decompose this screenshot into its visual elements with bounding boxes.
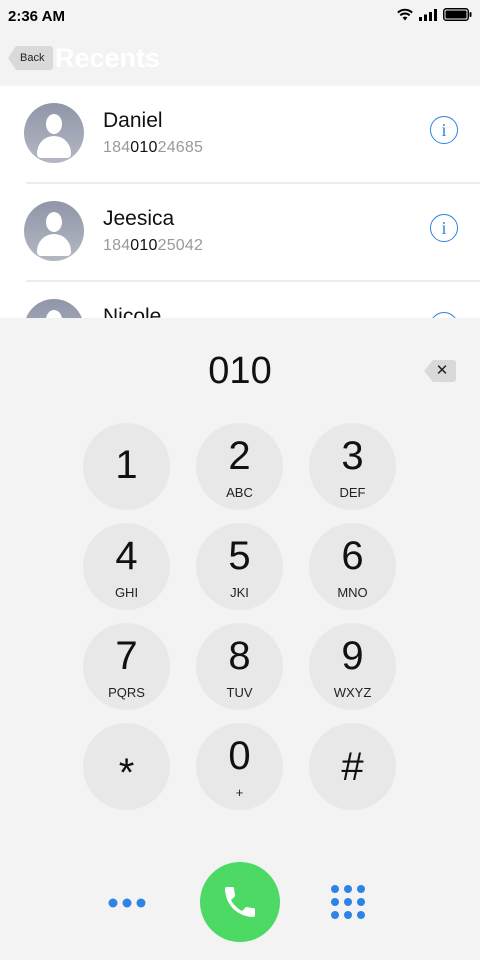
- avatar: [24, 201, 84, 261]
- list-item[interactable]: Daniel 18401024685 i: [0, 86, 480, 184]
- status-bar: 2:36 AM: [0, 0, 480, 34]
- info-icon[interactable]: i: [430, 312, 458, 318]
- key-3[interactable]: 3 DEF: [309, 423, 396, 510]
- dialed-number-display: 010: [208, 350, 272, 392]
- recents-list[interactable]: Daniel 18401024685 i Jeesica 18401025042…: [0, 86, 480, 318]
- key-1[interactable]: 1: [83, 423, 170, 510]
- back-button[interactable]: Back: [8, 46, 54, 70]
- key-6[interactable]: 6 MNO: [309, 523, 396, 610]
- navigation-header: Back Recents: [0, 34, 480, 86]
- keypad-grid-icon[interactable]: [330, 884, 366, 920]
- avatar: [24, 299, 84, 318]
- key-4[interactable]: 4 GHI: [83, 523, 170, 610]
- status-icons: [397, 8, 472, 21]
- avatar: [24, 103, 84, 163]
- cellular-signal-icon: [419, 8, 437, 21]
- key-9[interactable]: 9 WXYZ: [309, 623, 396, 710]
- contact-name: Jeesica: [103, 207, 175, 230]
- page-title: Recents: [55, 43, 161, 73]
- call-button[interactable]: [200, 862, 280, 942]
- contact-number: 18401025042: [103, 237, 204, 254]
- key-0[interactable]: 0 +: [196, 723, 283, 810]
- phone-icon: [225, 887, 255, 917]
- list-item[interactable]: Jeesica 18401025042 i: [0, 184, 480, 282]
- key-7[interactable]: 7 PQRS: [83, 623, 170, 710]
- key-hash[interactable]: #: [309, 723, 396, 810]
- key-star[interactable]: *: [83, 723, 170, 810]
- wifi-icon: [397, 8, 413, 21]
- contact-name: Nicole: [103, 305, 162, 318]
- info-icon[interactable]: i: [430, 214, 458, 242]
- contact-name: Daniel: [103, 109, 163, 132]
- more-dots-icon[interactable]: [107, 897, 147, 909]
- contact-number: 18401024685: [103, 139, 204, 156]
- key-2[interactable]: 2 ABC: [196, 423, 283, 510]
- list-item[interactable]: Nicole i: [0, 282, 480, 318]
- battery-icon: [443, 8, 472, 21]
- key-8[interactable]: 8 TUV: [196, 623, 283, 710]
- key-5[interactable]: 5 JKI: [196, 523, 283, 610]
- status-time: 2:36 AM: [8, 8, 65, 25]
- info-icon[interactable]: i: [430, 116, 458, 144]
